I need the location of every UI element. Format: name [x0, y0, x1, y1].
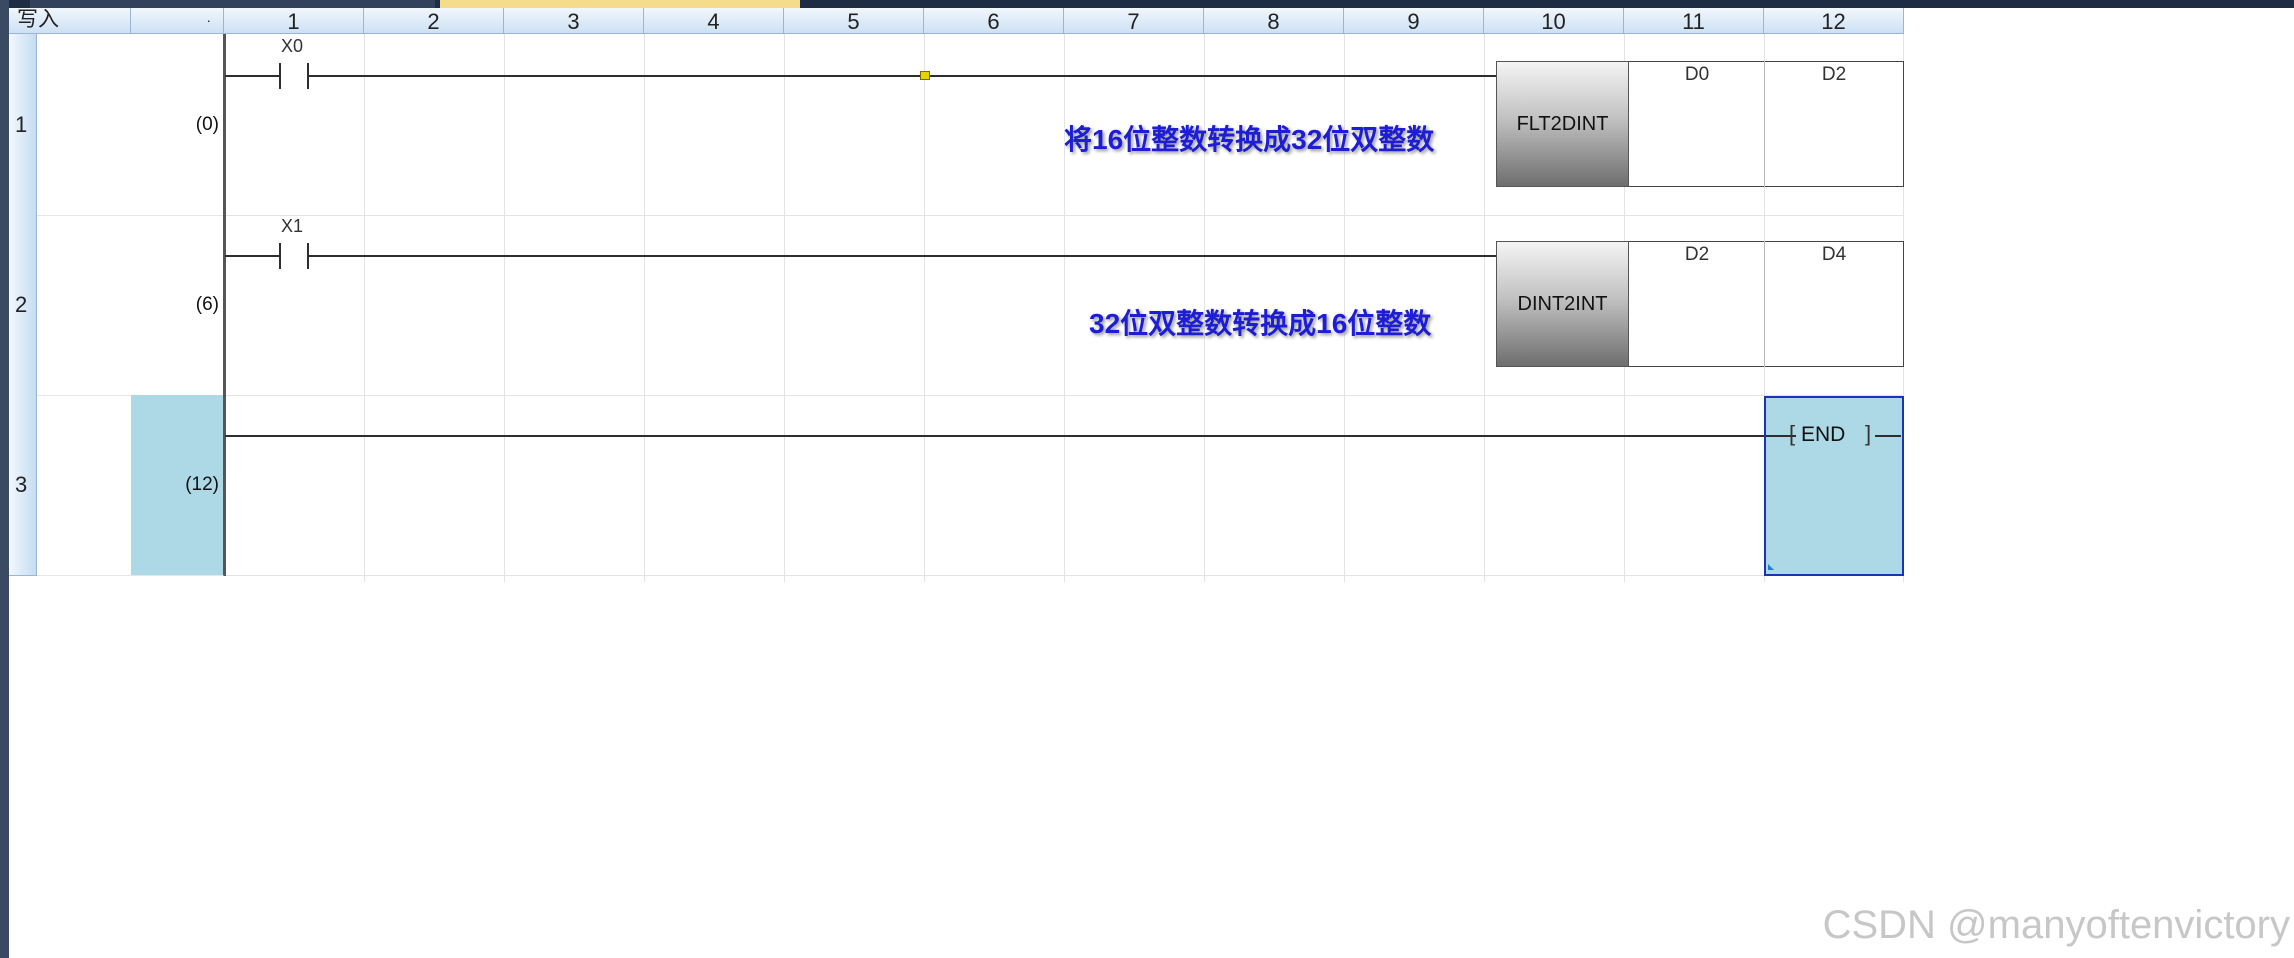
column-header-3: 3: [504, 8, 644, 34]
end-bracket-left: [: [1789, 421, 1796, 446]
cell-corner-marker: [1768, 564, 1774, 570]
row-separator: [9, 575, 1904, 576]
column-header-11: 11: [1624, 8, 1764, 34]
step-column-header: ·: [131, 8, 224, 34]
ladder-editor[interactable]: 写入 · 1 2 3 4 5 6 7 8 9 10 11 12 1 (0) X0…: [9, 8, 1904, 582]
function-block-dint2int[interactable]: DINT2INT: [1496, 241, 1629, 367]
grid-line: [784, 34, 785, 582]
watermark: CSDN @manyoftenvictory: [1822, 903, 2290, 947]
step-number-cell-selected[interactable]: (12): [131, 395, 224, 576]
step-number-cell[interactable]: (0): [131, 34, 224, 216]
end-instruction[interactable]: END: [1801, 423, 1845, 447]
grid-line: [1484, 34, 1485, 582]
rung-wire: [309, 255, 1496, 257]
function-block-flt2dint[interactable]: FLT2DINT: [1496, 61, 1629, 187]
operand-source[interactable]: D2: [1657, 244, 1737, 266]
mode-indicator: 写入: [9, 8, 131, 34]
end-wire: [1875, 435, 1901, 437]
row-separator: [224, 395, 1904, 396]
column-header-4: 4: [644, 8, 784, 34]
contact-device-label[interactable]: X1: [262, 216, 322, 237]
rung-wire: [225, 75, 279, 77]
column-header-1: 1: [224, 8, 364, 34]
column-header-5: 5: [784, 8, 924, 34]
column-header-9: 9: [1344, 8, 1484, 34]
document-tab[interactable]: [30, 0, 435, 8]
grid-line: [924, 34, 925, 582]
end-bracket-right: ]: [1865, 421, 1872, 446]
document-tab-active[interactable]: [440, 0, 800, 8]
column-header-7: 7: [1064, 8, 1204, 34]
operand-source[interactable]: D0: [1657, 64, 1737, 86]
row-separator: [224, 215, 1904, 216]
grid-line: [644, 34, 645, 582]
column-header-8: 8: [1204, 8, 1344, 34]
column-header-10: 10: [1484, 8, 1624, 34]
contact-device-label[interactable]: X0: [262, 36, 322, 57]
contact-left-bar: [279, 243, 281, 269]
column-header-2: 2: [364, 8, 504, 34]
operand-destination[interactable]: D4: [1794, 244, 1874, 266]
step-number-cell[interactable]: (6): [131, 215, 224, 396]
row-pad: [37, 34, 131, 216]
column-header-6: 6: [924, 8, 1064, 34]
left-power-rail: [224, 34, 226, 576]
grid-line: [1064, 34, 1065, 582]
operand-destination[interactable]: D2: [1794, 64, 1874, 86]
rung-comment[interactable]: 将16位整数转换成32位双整数: [1064, 118, 1434, 158]
rung-comment[interactable]: 32位双整数转换成16位整数: [1089, 302, 1431, 342]
grid-line: [504, 34, 505, 582]
contact-left-bar: [279, 63, 281, 89]
column-header-12: 12: [1764, 8, 1904, 34]
cursor-marker: [920, 71, 930, 80]
operand-separator: [1764, 61, 1765, 187]
rung-wire: [225, 435, 1789, 437]
rung-wire: [309, 75, 1496, 77]
window-left-edge: [0, 0, 9, 958]
row-pad: [37, 215, 131, 396]
rung-wire: [225, 255, 279, 257]
row-number-2[interactable]: 2: [9, 215, 37, 396]
operand-separator: [1764, 241, 1765, 367]
row-number-1[interactable]: 1: [9, 34, 37, 216]
grid-line: [364, 34, 365, 582]
row-pad: [37, 395, 131, 576]
row-number-3[interactable]: 3: [9, 395, 37, 576]
